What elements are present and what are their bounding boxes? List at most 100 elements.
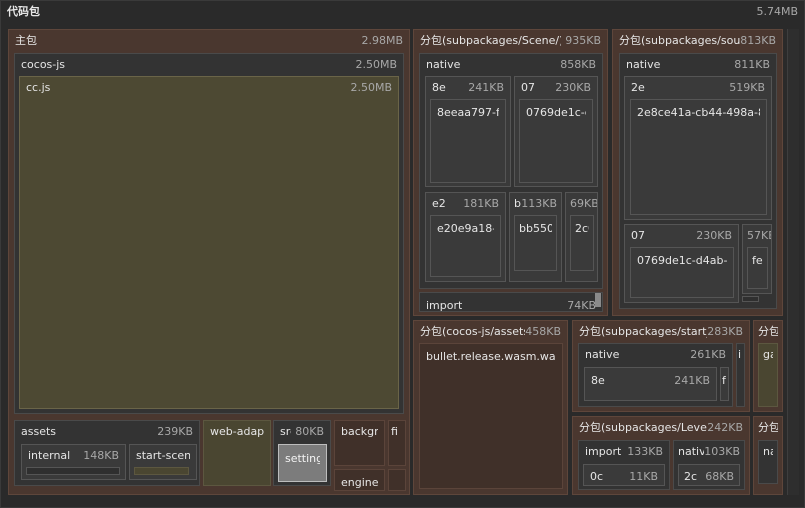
engine-adapter-folder[interactable]: engine-adapter [334, 469, 385, 491]
start-bg-i-name: i [738, 347, 742, 361]
last-child-name: na [763, 444, 773, 458]
internal-size: 148KB [83, 448, 119, 462]
sounds-2e-size: 519KB [729, 80, 765, 94]
root-header: 代码包 5.74MB [1, 1, 804, 21]
cocos-assets-name: 分包(cocos-js/assets/) [420, 325, 525, 338]
sounds-2e-child[interactable]: 2e8ce41a-cb44-498a-8e [630, 99, 767, 215]
assets-size: 239KB [157, 424, 193, 438]
scene-e2-name: e2 [432, 196, 446, 210]
web-adapter-file[interactable]: web-adapter [203, 420, 271, 486]
levels-0c-size: 11KB [629, 469, 658, 483]
scene-e2-size: 181KB [463, 196, 499, 210]
levels-2c-size: 68KB [705, 469, 734, 483]
cocos-js-name: cocos-js [21, 57, 66, 71]
levels-0c-name: 0c [590, 469, 604, 483]
start-bg-i-folder[interactable]: i [736, 343, 745, 407]
levels-import-name: import [585, 444, 622, 458]
start-scene-folder[interactable]: start-scene [129, 444, 197, 480]
start-scene-name: start-scene [136, 448, 190, 462]
sounds-07-name: 07 [631, 228, 645, 242]
cocos-js-size: 2.50MB [355, 57, 397, 71]
root-name: 代码包 [7, 5, 40, 18]
scene-8e-folder[interactable]: 8e 241KB 8eeaa797-f95 [425, 76, 511, 187]
start-scene-child[interactable] [134, 467, 189, 475]
sounds-fe-child[interactable]: fe [747, 247, 768, 289]
sounds-07-child[interactable]: 0769de1c-d4ab-4e [630, 247, 734, 298]
sounds-native-size: 811KB [734, 57, 770, 71]
start-bg-f-folder[interactable]: f [720, 367, 729, 401]
start-bg-8e-folder[interactable]: 8e 241KB [584, 367, 717, 401]
scene-8e-child[interactable]: 8eeaa797-f95 [430, 99, 506, 183]
start-bg-8e-size: 241KB [674, 373, 710, 387]
scene-import-scrollbar[interactable] [595, 293, 601, 307]
internal-child[interactable] [26, 467, 120, 475]
scene-07-size: 230KB [555, 80, 591, 94]
sounds-07-folder[interactable]: 07 230KB 0769de1c-d4ab-4e [624, 224, 739, 303]
start-bg-8e-name: 8e [591, 373, 605, 387]
fi-folder[interactable]: fi [388, 420, 406, 466]
root-size: 5.74MB [756, 4, 798, 18]
sounds-2e-folder[interactable]: 2e 519KB 2e8ce41a-cb44-498a-8e [624, 76, 772, 220]
sounds-2e-child-name: 2e8ce41a-cb44-498a-8e [637, 105, 760, 119]
levels-2c-folder[interactable]: 2c 68KB [678, 464, 740, 486]
start-bg-native-name: native [585, 347, 620, 361]
start-bg-native-size: 261KB [690, 347, 726, 361]
game-child-name: ga [763, 347, 773, 361]
scene-8e-child-name: 8eeaa797-f95 [437, 105, 499, 119]
scene-bb-size: 113KB [521, 196, 557, 210]
engine-adapter-name: engine-adapter [341, 475, 378, 489]
scene-07-folder[interactable]: 07 230KB 0769de1c-d4 [514, 76, 598, 187]
scene-bb-folder[interactable]: bb113KB bb550c [509, 192, 562, 282]
right-scroll-track[interactable] [787, 29, 799, 495]
internal-folder[interactable]: internal 148KB [21, 444, 126, 480]
cc-js-size: 2.50MB [350, 80, 392, 94]
levels-0c-folder[interactable]: 0c 11KB [583, 464, 665, 486]
game-child-folder[interactable]: ga [758, 343, 778, 407]
bullet-wasm-file[interactable]: bullet.release.wasm.wasm [419, 343, 563, 489]
main-name: 主包 [15, 34, 37, 47]
background-folder[interactable]: background [334, 420, 385, 466]
last-child-folder[interactable]: na [758, 440, 778, 484]
sounds-fe-folder[interactable]: fe57KB fe [742, 224, 772, 294]
sounds-tiny-file[interactable] [742, 296, 759, 302]
start-bg-name: 分包(subpackages/start_bg/) [579, 325, 707, 338]
scene-07-child[interactable]: 0769de1c-d4 [519, 99, 593, 183]
scene-size: 935KB [565, 33, 601, 47]
sounds-07-child-name: 0769de1c-d4ab-4e [637, 253, 727, 267]
scene-e2-child-name: e20e9a18-2 [437, 221, 494, 235]
web-adapter-name: web-adapter [210, 424, 264, 438]
scene-e2-folder[interactable]: e2 181KB e20e9a18-2 [425, 192, 506, 282]
scene-import-folder[interactable]: import 74KB [419, 292, 603, 312]
scene-2c-child[interactable]: 2c0 [570, 215, 594, 271]
scene-bb-name: bb [514, 196, 521, 210]
scene-8e-name: 8e [432, 80, 446, 94]
scene-2c-child-name: 2c0 [575, 221, 589, 235]
assets-name: assets [21, 424, 57, 438]
sounds-fe-child-name: fe [752, 253, 763, 267]
settings-file[interactable]: settings [278, 444, 327, 482]
start-bg-size: 283KB [707, 324, 743, 338]
scene-native-size: 858KB [560, 57, 596, 71]
start-bg-f-name: f [722, 373, 726, 387]
levels-native-folder[interactable]: native103KB 2c 68KB [673, 440, 745, 490]
sounds-native-name: native [626, 57, 661, 71]
sounds-size: 813KB [740, 33, 776, 47]
scene-import-size: 74KB [567, 298, 596, 312]
levels-2c-name: 2c [684, 469, 698, 483]
scene-bb-child[interactable]: bb550c [514, 215, 557, 271]
cc-js-file[interactable]: cc.js 2.50MB [19, 76, 399, 409]
levels-name: 分包(subpackages/Levels/) [579, 421, 707, 434]
scene-native-name: native [426, 57, 461, 71]
misc-folder[interactable] [388, 469, 406, 491]
fi-name: fi [391, 424, 398, 438]
levels-import-folder[interactable]: import 133KB 0c 11KB [578, 440, 670, 490]
internal-name: internal [28, 448, 71, 462]
sounds-07-size: 230KB [696, 228, 732, 242]
levels-size: 242KB [707, 420, 743, 434]
scene-e2-child[interactable]: e20e9a18-2 [430, 215, 501, 277]
last-name: 分包(subpackages/) [758, 421, 778, 434]
settings-name: settings [285, 451, 320, 465]
sounds-2e-name: 2e [631, 80, 645, 94]
scene-2c-folder[interactable]: 2c69KB 2c0 [565, 192, 598, 282]
game-name: 分包(subpackages/game/) [758, 325, 778, 338]
